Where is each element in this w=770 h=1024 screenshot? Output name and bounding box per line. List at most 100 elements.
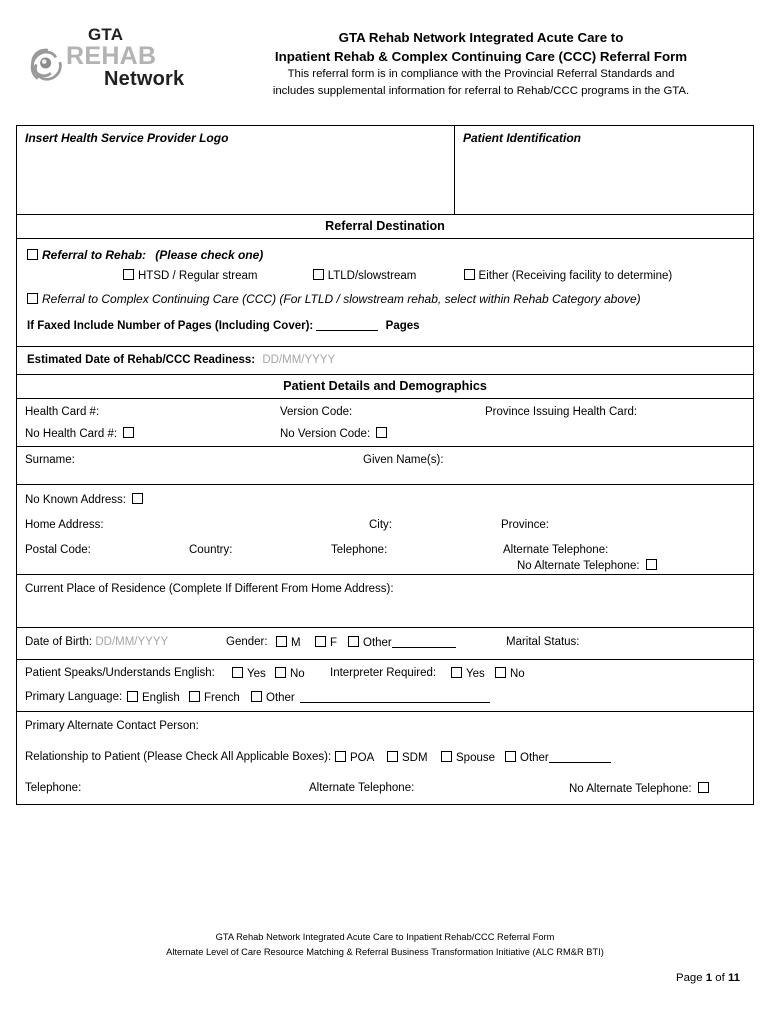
province-issuing-label: Province Issuing Health Card: <box>485 406 638 418</box>
relationship-other-label: Other <box>520 752 549 764</box>
interpreter-no-checkbox[interactable] <box>495 667 506 678</box>
interpreter-no-label: No <box>510 668 525 680</box>
footer-line-1: GTA Rehab Network Integrated Acute Care … <box>215 932 555 942</box>
no-alternate-telephone-checkbox[interactable] <box>645 559 657 570</box>
fax-pages-label: If Faxed Include Number of Pages (Includ… <box>27 320 314 332</box>
language-french-checkbox[interactable] <box>189 691 200 702</box>
no-known-address-label: No Known Address: <box>25 494 127 506</box>
language-other-input[interactable] <box>299 702 490 703</box>
language-other-checkbox[interactable] <box>251 691 262 702</box>
stream-either-option[interactable]: Either (Receiving facility to determine) <box>420 269 673 282</box>
provider-logo-cell[interactable]: Insert Health Service Provider Logo <box>17 126 455 214</box>
gender-m-label: M <box>291 637 301 649</box>
relationship-other-option[interactable]: Other <box>505 751 611 764</box>
health-card-label: Health Card #: <box>25 406 100 418</box>
gender-label: Gender: <box>226 636 268 648</box>
referral-to-ccc-checkbox[interactable] <box>27 293 38 304</box>
page-mid: of <box>715 972 725 984</box>
identification-row: Insert Health Service Provider Logo Pati… <box>17 126 753 215</box>
no-known-address-option[interactable]: No Known Address: <box>25 493 147 506</box>
gender-m-checkbox[interactable] <box>276 636 287 647</box>
home-address-label: Home Address: <box>25 519 104 531</box>
language-french-option[interactable]: French <box>189 691 240 704</box>
no-version-code-option[interactable]: No Version Code: <box>280 427 391 440</box>
stream-ltld-checkbox[interactable] <box>312 269 324 280</box>
language-other-option[interactable]: Other <box>251 691 490 704</box>
language-row: Patient Speaks/Understands English: Yes … <box>17 660 753 712</box>
speaks-english-no-option[interactable]: No <box>275 667 305 680</box>
relationship-sdm-checkbox[interactable] <box>387 751 398 762</box>
no-version-code-checkbox[interactable] <box>376 427 388 438</box>
patient-identification-cell[interactable]: Patient Identification <box>455 126 753 214</box>
speaks-english-no-checkbox[interactable] <box>275 667 286 678</box>
health-card-row: Health Card #: Version Code: Province Is… <box>17 399 753 447</box>
stream-htsd-checkbox[interactable] <box>123 269 134 280</box>
language-english-option[interactable]: English <box>127 691 180 704</box>
stream-htsd-option[interactable]: HTSD / Regular stream <box>123 269 258 282</box>
fax-pages-input[interactable] <box>316 330 379 331</box>
relationship-sdm-option[interactable]: SDM <box>387 751 428 764</box>
gender-other-checkbox[interactable] <box>348 636 359 647</box>
interpreter-yes-option[interactable]: Yes <box>451 667 485 680</box>
stream-either-checkbox[interactable] <box>463 269 475 280</box>
date-of-birth-input[interactable]: DD/MM/YYYY <box>95 636 168 648</box>
gender-f-option[interactable]: F <box>315 636 337 649</box>
language-english-label: English <box>142 692 180 704</box>
date-of-birth-field[interactable]: Date of Birth: DD/MM/YYYY <box>25 636 168 648</box>
page-footer: GTA Rehab Network Integrated Acute Care … <box>0 930 770 984</box>
relationship-other-checkbox[interactable] <box>505 751 516 762</box>
contact-no-alternate-telephone-checkbox[interactable] <box>697 782 709 793</box>
subtitle-line-1: This referral form is in compliance with… <box>287 68 675 80</box>
gender-other-input[interactable] <box>391 647 456 648</box>
provider-logo-label: Insert Health Service Provider Logo <box>25 131 229 145</box>
logo-line-rehab: REHAB <box>66 42 157 70</box>
speaks-english-yes-checkbox[interactable] <box>232 667 243 678</box>
gender-other-option[interactable]: Other <box>348 636 456 649</box>
gender-f-checkbox[interactable] <box>315 636 326 647</box>
speaks-english-label: Patient Speaks/Understands English: <box>25 667 215 679</box>
language-english-checkbox[interactable] <box>127 691 138 702</box>
date-of-birth-label: Date of Birth: <box>25 636 93 648</box>
interpreter-yes-checkbox[interactable] <box>451 667 462 678</box>
no-alternate-telephone-option[interactable]: No Alternate Telephone: <box>517 559 661 572</box>
contact-no-alternate-telephone-option[interactable]: No Alternate Telephone: <box>569 782 713 795</box>
stream-either-label: Either (Receiving facility to determine) <box>478 270 673 282</box>
marital-status-label: Marital Status: <box>506 636 580 648</box>
name-row[interactable]: Surname: Given Name(s): <box>17 447 753 485</box>
readiness-date-label: Estimated Date of Rehab/CCC Readiness: <box>27 354 256 366</box>
current-residence-row[interactable]: Current Place of Residence (Complete If … <box>17 575 753 628</box>
interpreter-no-option[interactable]: No <box>495 667 525 680</box>
relationship-other-input[interactable] <box>548 762 611 763</box>
no-version-code-label: No Version Code: <box>280 428 371 440</box>
stream-ltld-option[interactable]: LTLD/slowstream <box>261 269 416 282</box>
no-known-address-checkbox[interactable] <box>132 493 144 504</box>
page-number-indicator: Page 1 of 11 <box>0 972 770 984</box>
relationship-poa-option[interactable]: POA <box>335 751 374 764</box>
no-health-card-option[interactable]: No Health Card #: <box>25 427 138 440</box>
referral-form-page: GTA REHAB Network GTA Rehab Network Inte… <box>0 0 770 1024</box>
given-names-label: Given Name(s): <box>363 454 444 466</box>
referral-destination-band: Referral Destination <box>17 215 753 239</box>
version-code-label: Version Code: <box>280 406 353 418</box>
readiness-date-input[interactable]: DD/MM/YYYY <box>258 354 335 366</box>
contact-telephone-label: Telephone: <box>25 782 82 794</box>
postal-code-label: Postal Code: <box>25 544 91 556</box>
page-prefix: Page <box>675 972 703 984</box>
primary-contact-label: Primary Alternate Contact Person: <box>25 720 199 732</box>
page-total: 11 <box>727 972 740 984</box>
no-health-card-checkbox[interactable] <box>123 427 135 438</box>
address-row: No Known Address: Home Address: City: Pr… <box>17 485 753 575</box>
relationship-spouse-option[interactable]: Spouse <box>441 751 495 764</box>
city-label: City: <box>369 519 392 531</box>
patient-details-title: Patient Details and Demographics <box>283 379 487 393</box>
gender-f-label: F <box>330 637 338 649</box>
referral-to-ccc-label: Referral to Complex Continuing Care (CCC… <box>42 292 641 306</box>
interpreter-yes-label: Yes <box>466 668 485 680</box>
relationship-poa-checkbox[interactable] <box>335 751 346 762</box>
speaks-english-yes-option[interactable]: Yes <box>232 667 266 680</box>
gender-m-option[interactable]: M <box>276 636 301 649</box>
relationship-spouse-checkbox[interactable] <box>441 751 452 762</box>
dob-gender-row: Date of Birth: DD/MM/YYYY Gender: M F Ot… <box>17 628 753 660</box>
relationship-sdm-label: SDM <box>402 752 428 764</box>
referral-to-rehab-checkbox[interactable] <box>27 249 38 260</box>
